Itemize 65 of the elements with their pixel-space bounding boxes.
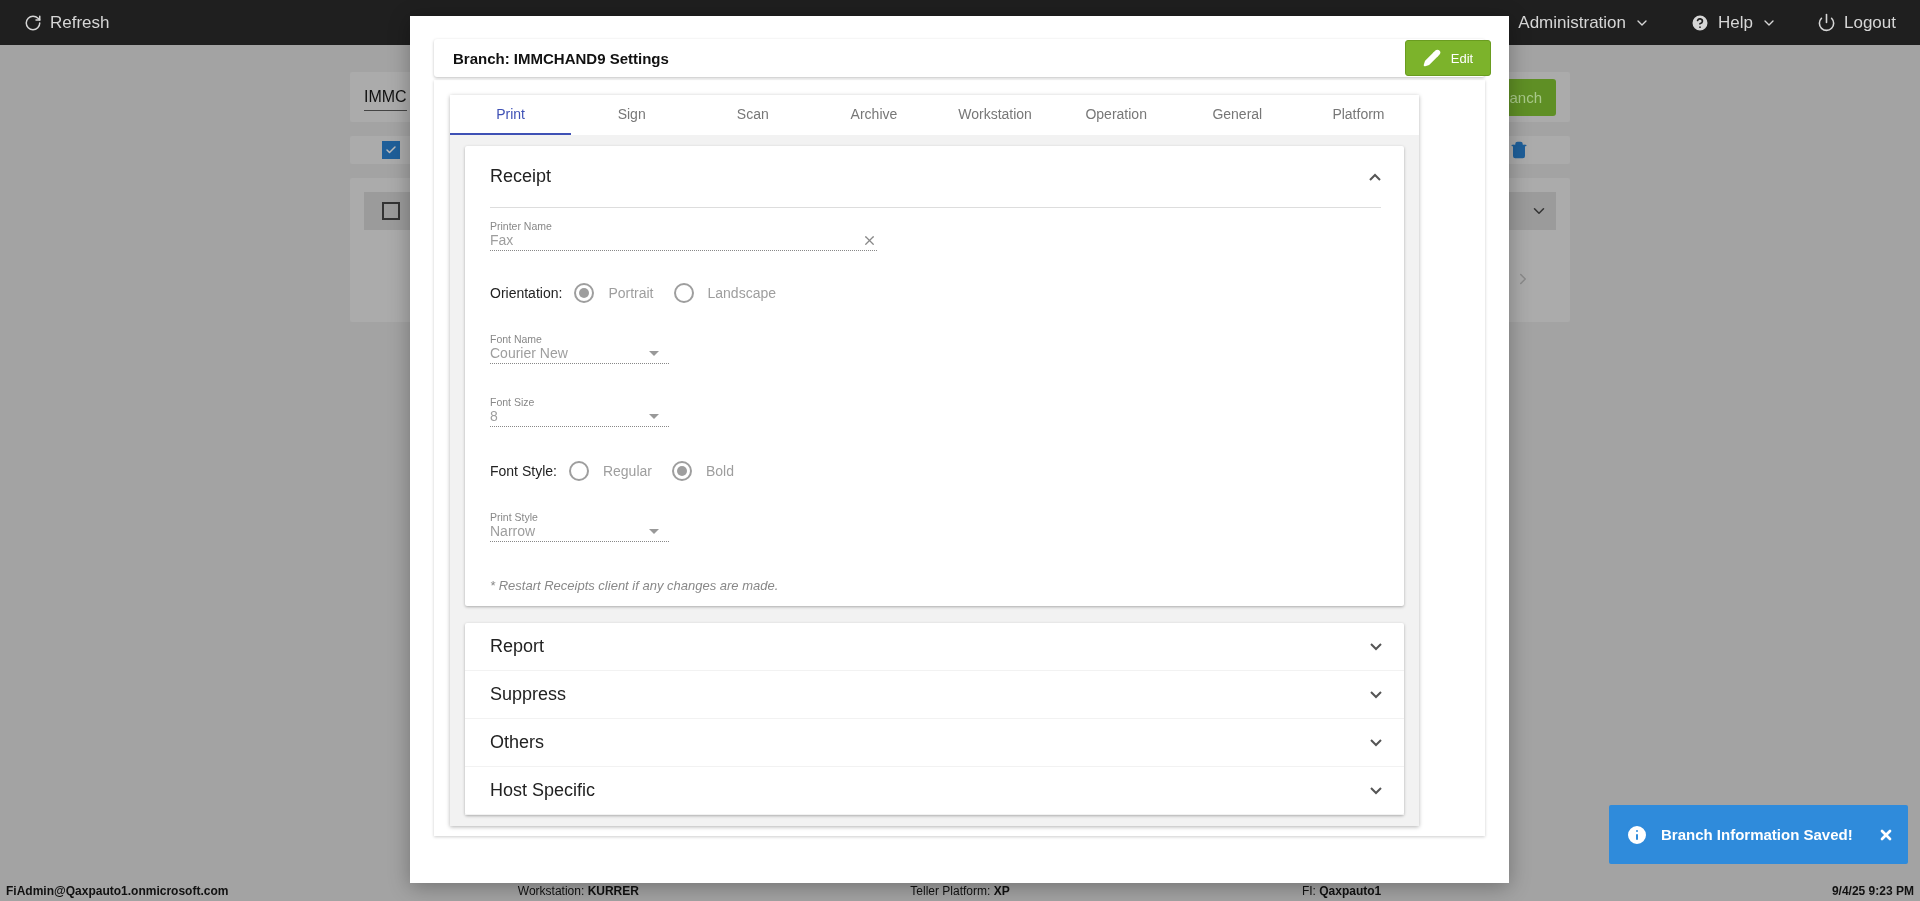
pencil-icon bbox=[1422, 49, 1441, 67]
date-time: 9/4/25 9:23 PM bbox=[1830, 884, 1914, 898]
field-value: 8 bbox=[490, 408, 499, 424]
tab[interactable]: Platform bbox=[1297, 95, 1419, 135]
expand-icon bbox=[1370, 786, 1382, 795]
radio-button[interactable] bbox=[568, 461, 589, 481]
radio-button[interactable] bbox=[671, 461, 692, 481]
radio-label: Bold bbox=[705, 463, 734, 479]
radio-button[interactable] bbox=[574, 283, 595, 303]
user-email: FiAdmin@Qaxpauto1.onmicrosoft.com bbox=[6, 884, 230, 898]
radio-button[interactable] bbox=[673, 283, 694, 303]
dropdown-field[interactable]: Print Style Narrow bbox=[490, 511, 669, 542]
tab[interactable]: Scan bbox=[692, 95, 814, 135]
radio-group-label: Orientation: bbox=[490, 285, 563, 301]
printer-name-field[interactable]: Printer Name Fax bbox=[490, 220, 877, 251]
tab[interactable]: Sign bbox=[571, 95, 693, 135]
check-icon bbox=[385, 144, 397, 156]
note-text: * Restart Receipts client if any changes are made. bbox=[490, 578, 780, 593]
accordion-header[interactable]: Report bbox=[465, 623, 1404, 671]
checkbox[interactable] bbox=[382, 141, 400, 159]
dropdown-field[interactable]: Font Size 8 bbox=[490, 396, 669, 427]
trash-icon[interactable] bbox=[1510, 141, 1528, 159]
collapse-icon bbox=[1369, 172, 1381, 181]
menu-button[interactable]: Help bbox=[1690, 12, 1777, 33]
search-field[interactable]: IMMC bbox=[364, 83, 407, 111]
radio-label: Portrait bbox=[608, 285, 654, 301]
expand-icon bbox=[1370, 642, 1382, 651]
tab[interactable]: General bbox=[1176, 95, 1298, 135]
tab[interactable]: Archive bbox=[813, 95, 935, 135]
refresh-icon bbox=[24, 13, 42, 32]
accordion-header[interactable]: Host Specific bbox=[465, 767, 1404, 815]
accordion-header[interactable]: Suppress bbox=[465, 671, 1404, 719]
status-item: Workstation: KURRER bbox=[516, 884, 640, 898]
caret-icon bbox=[649, 350, 659, 356]
radio-label: Landscape bbox=[707, 285, 776, 301]
field-value: Courier New bbox=[490, 345, 569, 361]
menu-button[interactable]: Administration bbox=[1518, 12, 1651, 33]
caret-icon bbox=[649, 413, 659, 419]
status-item: Teller Platform: XP bbox=[909, 884, 1011, 898]
help-icon bbox=[1690, 12, 1711, 33]
radio-group-label: Font Style: bbox=[490, 463, 557, 479]
checkbox[interactable] bbox=[382, 202, 400, 220]
refresh-button[interactable]: Refresh bbox=[24, 12, 110, 33]
caret-icon bbox=[649, 528, 659, 534]
field-label: Font Name bbox=[490, 333, 543, 345]
field-value: Fax bbox=[490, 232, 515, 248]
toast-message: Branch Information Saved! bbox=[1661, 826, 1854, 843]
field-label: Print Style bbox=[490, 511, 539, 523]
tab[interactable]: Workstation bbox=[934, 95, 1056, 135]
expand-icon bbox=[1370, 690, 1382, 699]
tab[interactable]: Print bbox=[450, 95, 572, 135]
field-label: Font Size bbox=[490, 396, 536, 408]
accordion-header[interactable]: Others bbox=[465, 719, 1404, 767]
power-icon bbox=[1817, 13, 1836, 32]
field-label: Printer Name bbox=[490, 220, 553, 232]
dropdown-field[interactable]: Font Name Courier New bbox=[490, 333, 669, 364]
radio-label: Regular bbox=[602, 463, 652, 479]
field-value: Narrow bbox=[490, 523, 537, 539]
tab[interactable]: Operation bbox=[1055, 95, 1177, 135]
expand-icon bbox=[1370, 738, 1382, 747]
accordion-header[interactable]: Receipt bbox=[490, 146, 1381, 208]
menu-button[interactable]: Logout bbox=[1817, 12, 1896, 33]
edit-button[interactable]: Edit bbox=[1405, 40, 1491, 76]
status-item: FI: Qaxpauto1 bbox=[1300, 884, 1383, 898]
dialog-title: Branch: IMMCHAND9 Settings bbox=[453, 49, 669, 67]
